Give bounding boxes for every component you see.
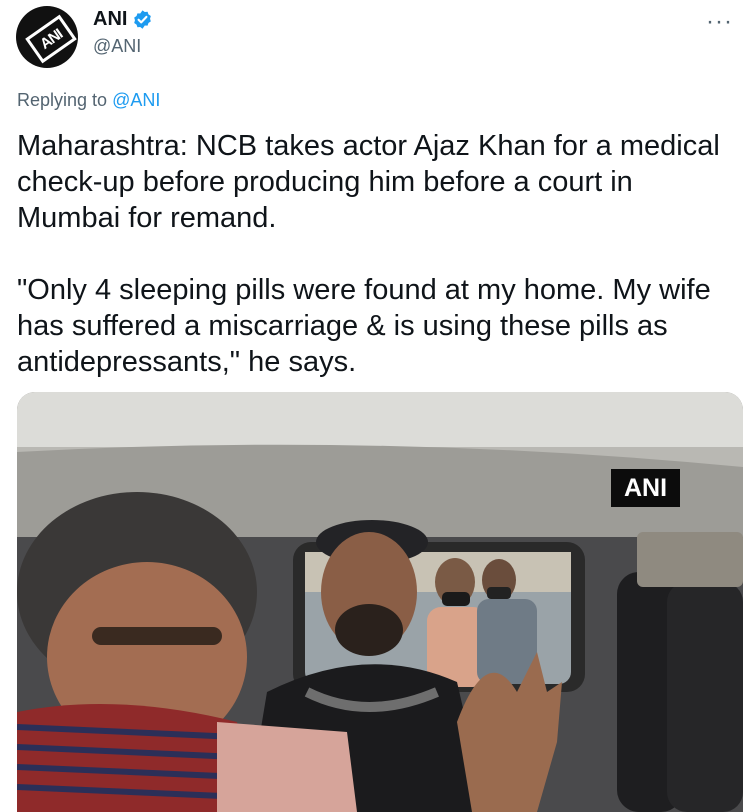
author-handle[interactable]: @ANI (93, 36, 141, 57)
reply-prefix: Replying to (17, 90, 108, 110)
photo-scene (17, 392, 743, 812)
reply-mention-link[interactable]: @ANI (112, 90, 160, 110)
author-display-name[interactable]: ANI (93, 8, 127, 31)
more-horizontal-icon[interactable]: ··· (706, 8, 733, 36)
author-row: ANI (93, 8, 153, 31)
ani-logo: ANI (25, 14, 77, 64)
tweet-photo[interactable]: ANI (17, 392, 743, 812)
reply-context: Replying to @ANI (17, 90, 160, 111)
verified-badge-icon (134, 10, 152, 29)
avatar[interactable]: ANI (16, 6, 78, 68)
photo-watermark: ANI (611, 469, 680, 507)
tweet-text: Maharashtra: NCB takes actor Ajaz Khan f… (17, 130, 720, 378)
